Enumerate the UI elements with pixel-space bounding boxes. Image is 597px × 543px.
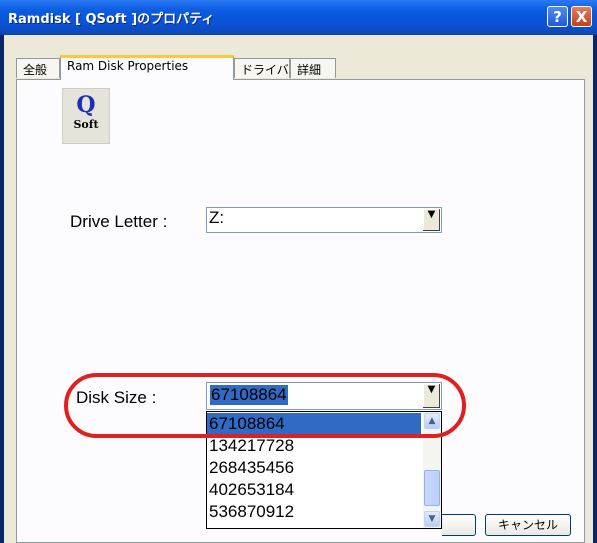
ok-button[interactable] xyxy=(442,514,476,536)
list-item[interactable]: 67108864 xyxy=(207,413,421,435)
tab-ram-disk-properties[interactable]: Ram Disk Properties xyxy=(60,55,234,80)
list-item[interactable]: 402653184 xyxy=(207,479,421,501)
logo-sub: Soft xyxy=(73,118,99,131)
list-item[interactable]: 536870912 xyxy=(207,501,421,523)
scroll-up-icon[interactable]: ▲ xyxy=(424,413,440,429)
disk-size-select[interactable]: 67108864 ▼ xyxy=(206,382,442,410)
vertical-scrollbar[interactable]: ▲ ▼ xyxy=(423,412,441,528)
drive-letter-value: Z: xyxy=(209,208,225,227)
disk-size-label: Disk Size : xyxy=(76,388,157,407)
properties-window: Ramdisk [ QSoft ]のプロパティ ? X 全般 Ram Disk … xyxy=(0,0,597,543)
disk-size-value: 67108864 xyxy=(210,385,288,405)
tab-details[interactable]: 詳細 xyxy=(290,58,336,78)
logo-letter: Q xyxy=(76,92,96,118)
list-item[interactable]: 134217728 xyxy=(207,435,421,457)
cancel-button[interactable]: キャンセル xyxy=(485,514,571,536)
drive-letter-label: Drive Letter : xyxy=(70,212,168,231)
tab-general[interactable]: 全般 xyxy=(16,58,60,78)
chevron-down-icon[interactable]: ▼ xyxy=(422,384,440,408)
scroll-down-icon[interactable]: ▼ xyxy=(424,511,440,527)
tab-driver[interactable]: ドライバ xyxy=(234,58,290,78)
chevron-down-icon[interactable]: ▼ xyxy=(422,209,440,231)
drive-letter-select[interactable]: Z: ▼ xyxy=(206,207,442,233)
help-button[interactable]: ? xyxy=(547,6,568,27)
scroll-thumb[interactable] xyxy=(424,470,440,506)
list-item[interactable]: 268435456 xyxy=(207,457,421,479)
disk-size-dropdown-list[interactable]: 67108864 134217728 268435456 402653184 5… xyxy=(206,411,442,529)
close-button[interactable]: X xyxy=(571,6,592,27)
qsoft-logo-icon: Q Soft xyxy=(62,88,110,144)
window-title: Ramdisk [ QSoft ]のプロパティ xyxy=(8,12,215,27)
title-bar: Ramdisk [ QSoft ]のプロパティ ? X xyxy=(0,0,597,35)
